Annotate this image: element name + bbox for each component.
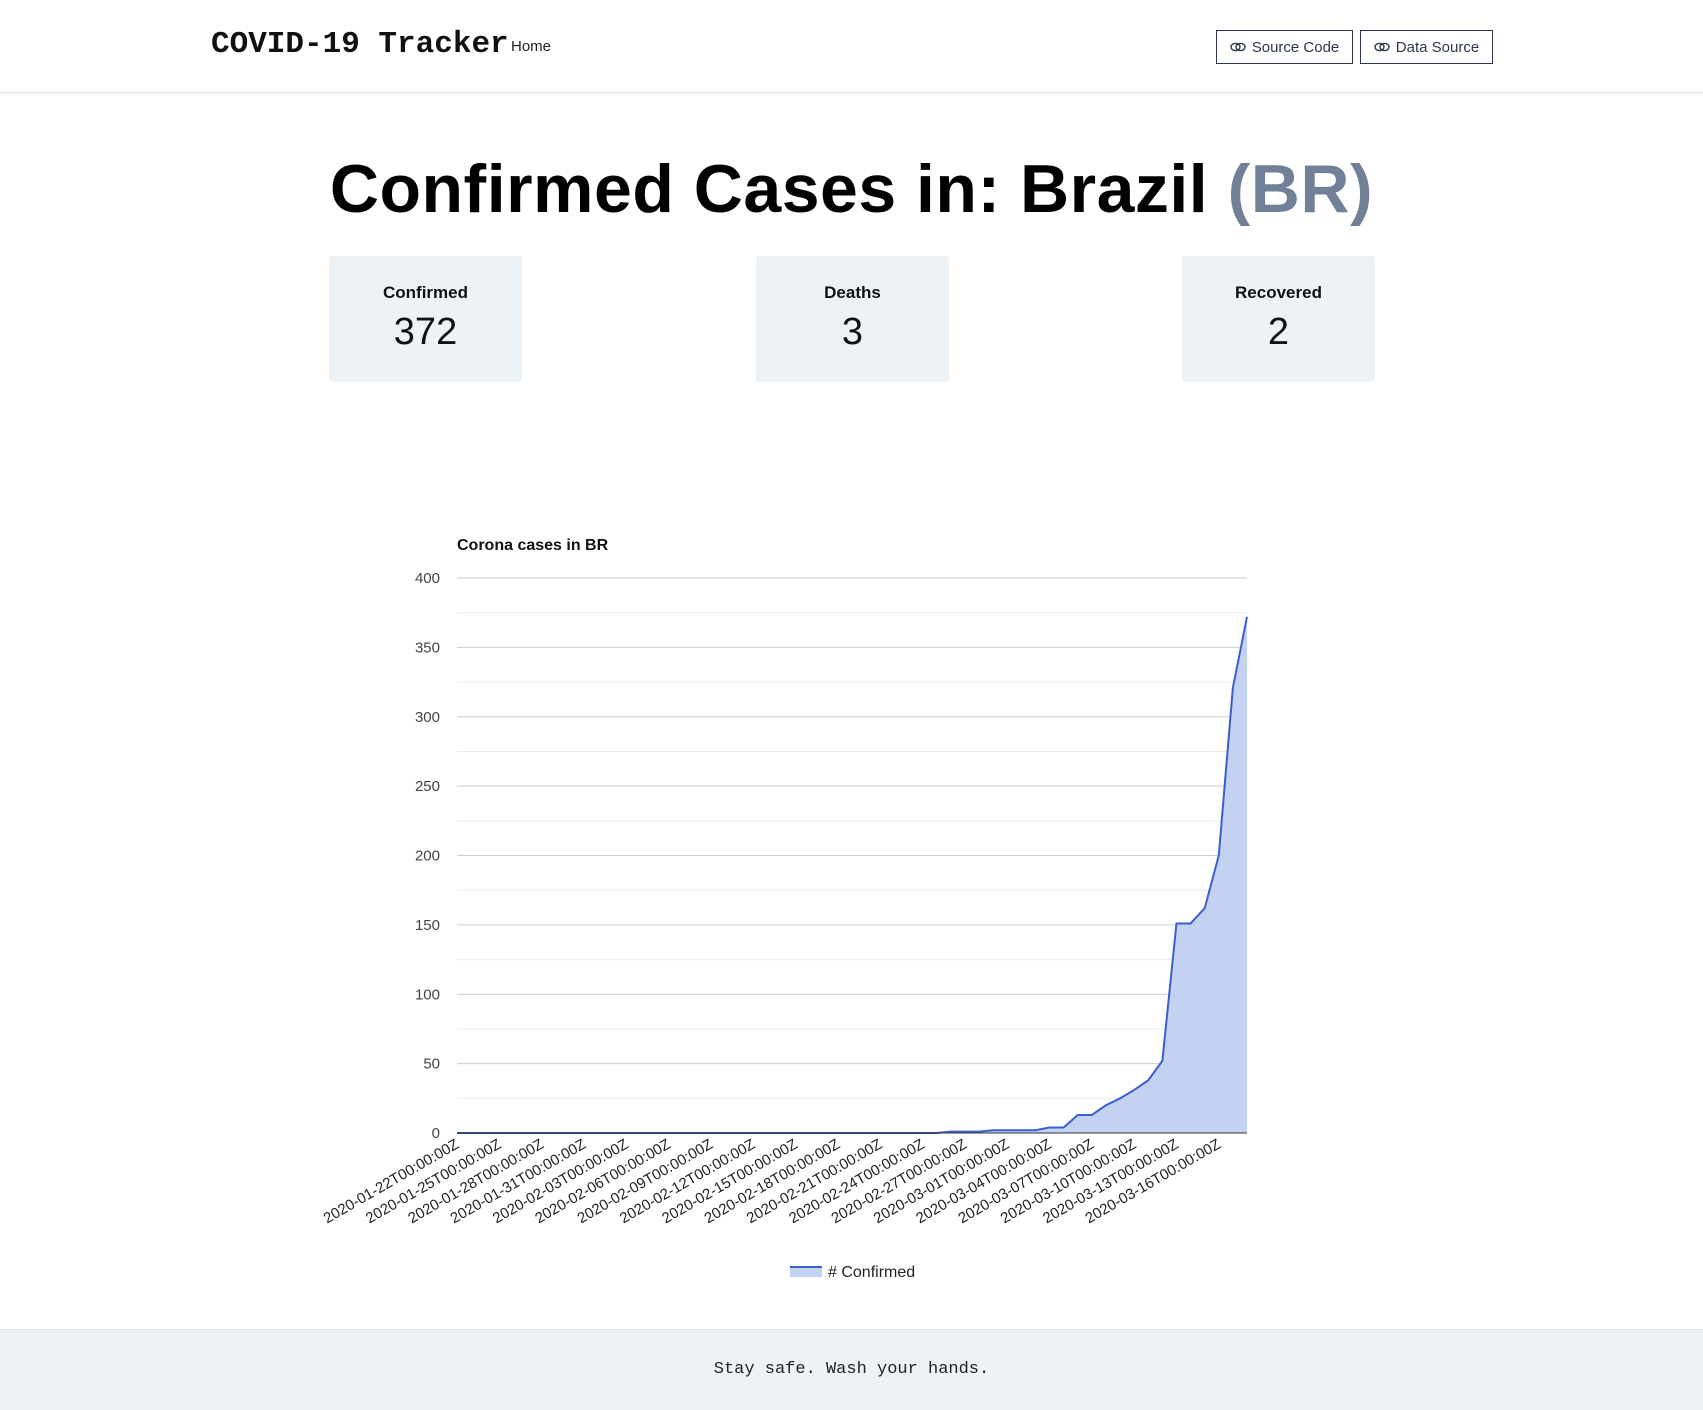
top-navbar: COVID-19 Tracker Home Source Code Data S… [0,0,1703,93]
legend-label: # Confirmed [828,1264,915,1281]
deaths-label: Deaths [824,283,881,302]
cases-chart: Corona cases in BR 0 50 100 150 200 250 300 350 4… [321,537,1248,1281]
nav-home-link[interactable]: Home [511,38,551,55]
y-tick-label: 300 [415,709,440,726]
confirmed-label: Confirmed [383,283,468,302]
footer-text: Stay safe. Wash your hands. [713,1360,990,1379]
series-area-confirmed [457,616,1247,1133]
y-tick-label: 100 [415,986,440,1003]
page-title: Confirmed Cases in: Brazil (BR) [0,150,1703,228]
link-icon [1374,42,1390,52]
recovered-label: Recovered [1235,283,1322,302]
y-tick-label: 150 [415,917,440,934]
data-source-button[interactable]: Data Source [1360,30,1493,64]
legend-swatch-fill [790,1267,822,1277]
confirmed-card: Confirmed 372 [329,256,522,382]
country-code: (BR) [1227,151,1374,227]
recovered-value: 2 [1267,311,1290,353]
y-tick-label: 200 [415,848,440,865]
y-tick-label: 50 [423,1056,440,1073]
y-tick-label: 0 [432,1125,440,1142]
footer: Stay safe. Wash your hands. [0,1329,1703,1410]
brand-title[interactable]: COVID-19 Tracker [211,27,509,62]
source-code-label: Source Code [1251,38,1340,56]
deaths-value: 3 [841,311,864,353]
confirmed-value: 372 [393,311,458,353]
chart-title: Corona cases in BR [457,537,609,554]
deaths-card: Deaths 3 [756,256,949,382]
y-tick-label: 250 [415,778,440,795]
link-icon [1230,42,1246,52]
source-code-button[interactable]: Source Code [1216,30,1353,64]
y-tick-label: 350 [415,639,440,656]
recovered-card: Recovered 2 [1182,256,1375,382]
data-source-label: Data Source [1395,38,1480,56]
series-line-confirmed [457,616,1248,1134]
y-tick-label: 400 [415,570,440,587]
page-title-text: Confirmed Cases in: Brazil [329,151,1209,227]
